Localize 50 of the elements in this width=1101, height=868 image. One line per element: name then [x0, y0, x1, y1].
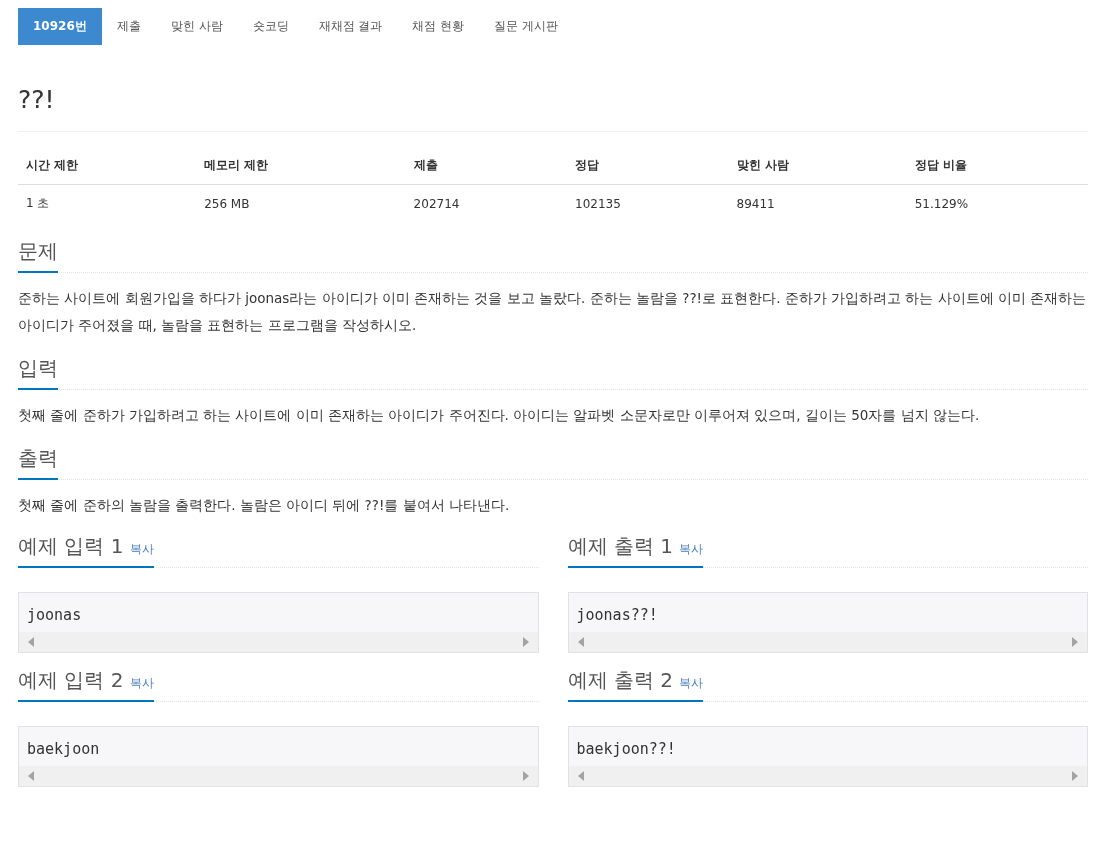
- copy-link[interactable]: 복사: [679, 542, 704, 556]
- scroll-right-icon[interactable]: [522, 771, 529, 781]
- section-heading: 입력: [18, 351, 58, 390]
- scroll-left-icon[interactable]: [28, 637, 34, 647]
- sample-heading: 예제 출력 2: [567, 668, 673, 692]
- scroll-left-icon[interactable]: [577, 637, 584, 647]
- copy-link[interactable]: 복사: [129, 676, 154, 690]
- table-cell: 1 초: [18, 184, 197, 222]
- sample-text: baekjoon??!: [575, 739, 677, 760]
- section-text: 준하는 사이트에 회원가입을 하다가 joonas라는 아이디가 이미 존재하는 것을 보고 놀랐다. 준하는 놀람을 ??!로 표현한다. 준하가 가입하려고 하는 사이트에 이미 존재하는 아이디가 주어졌을 때, 놀람을 표현하는 프로그램을 작성하시오.: [18, 289, 1088, 335]
- table-cell: 202714: [405, 184, 568, 222]
- column-header: 정답: [567, 147, 729, 185]
- section-heading: 문제: [18, 234, 58, 273]
- copy-link[interactable]: 복사: [129, 542, 154, 556]
- sample-text: baekjoon: [26, 739, 101, 760]
- copy-link[interactable]: 복사: [679, 676, 704, 690]
- horizontal-scrollbar[interactable]: [19, 632, 538, 652]
- nav-tab[interactable]: 제출: [101, 8, 156, 45]
- horizontal-scrollbar[interactable]: [19, 766, 538, 786]
- nav-tab[interactable]: 10926번: [18, 8, 102, 45]
- section-heading: 출력: [18, 441, 58, 480]
- table-cell: 102135: [567, 184, 729, 222]
- column-header: 제출: [405, 147, 568, 185]
- sample-heading: 예제 입력 1: [18, 534, 124, 558]
- sample-heading: 예제 출력 1: [567, 534, 673, 558]
- nav-tab[interactable]: 질문 게시판: [479, 8, 574, 45]
- scroll-right-icon[interactable]: [522, 637, 529, 647]
- nav-tab[interactable]: 숏코딩: [237, 8, 304, 45]
- scroll-right-icon[interactable]: [1072, 771, 1078, 781]
- section-text: 첫째 줄에 준하의 놀람을 출력한다. 놀람은 아이디 뒤에 ??!를 붙여서 나타낸다.: [18, 496, 511, 515]
- column-header: 맞힌 사람: [728, 147, 907, 185]
- column-header: 메모리 제한: [196, 147, 406, 185]
- problem-title: ??!: [18, 84, 56, 116]
- nav-tab[interactable]: 채점 현황: [397, 8, 480, 45]
- scroll-right-icon[interactable]: [1072, 637, 1078, 647]
- nav-tab[interactable]: 재채점 결과: [303, 8, 398, 45]
- sample-text: joonas: [26, 605, 83, 626]
- column-header: 정답 비율: [906, 147, 1088, 185]
- horizontal-scrollbar[interactable]: [568, 632, 1087, 652]
- scroll-left-icon[interactable]: [28, 771, 34, 781]
- column-header: 시간 제한: [18, 147, 197, 185]
- table-cell: 89411: [728, 184, 907, 222]
- horizontal-scrollbar[interactable]: [568, 766, 1087, 786]
- table-cell: 256 MB: [196, 184, 406, 222]
- section-text: 첫째 줄에 준하가 가입하려고 하는 사이트에 이미 존재하는 아이디가 주어진다. 아이디는 알파벳 소문자로만 이루어져 있으며, 길이는 50자를 넘지 않는다.: [18, 406, 981, 425]
- scroll-left-icon[interactable]: [577, 771, 584, 781]
- sample-text: joonas??!: [575, 605, 659, 626]
- sample-heading: 예제 입력 2: [18, 668, 124, 692]
- nav-tab[interactable]: 맞힌 사람: [155, 8, 238, 45]
- table-cell: 51.129%: [906, 184, 1088, 222]
